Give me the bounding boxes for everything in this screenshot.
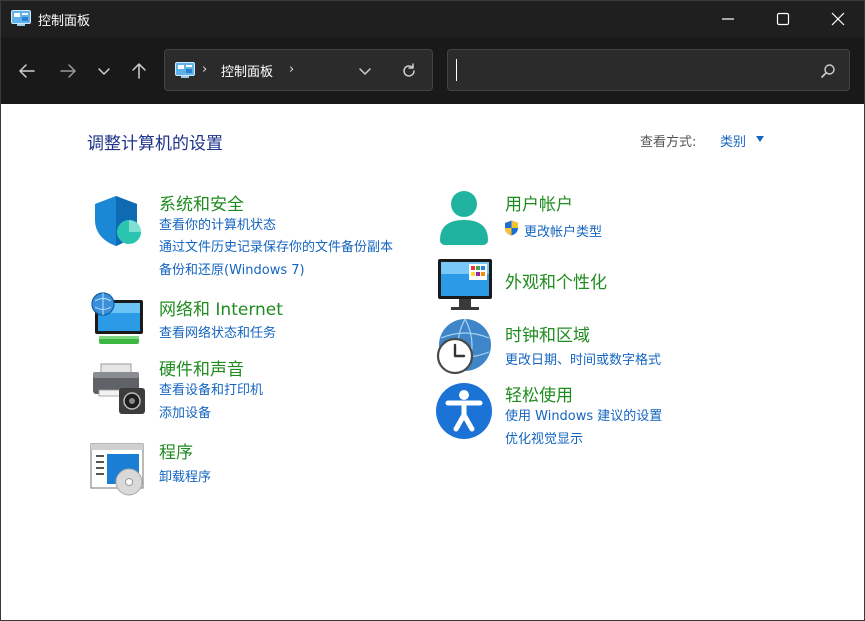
category-ease-of-access[interactable]: 轻松使用 [505,381,573,406]
search-icon[interactable] [819,62,837,80]
link-add-device[interactable]: 添加设备 [159,402,211,421]
maximize-button[interactable] [756,1,810,37]
globe-network-icon[interactable] [89,292,147,350]
chevron-down-icon[interactable] [355,61,375,81]
link-backup-restore[interactable]: 备份和还原(Windows 7) [159,259,305,278]
content-area: 调整计算机的设置 查看方式: 类别 系统和安全 查看你的计算机状态 通过文件历史… [1,104,864,620]
breadcrumb-item[interactable]: 控制面板 [221,61,273,80]
search-input[interactable] [456,59,796,81]
minimize-icon [722,18,734,20]
link-devices-printers[interactable]: 查看设备和打印机 [159,379,263,398]
arrow-right-icon [60,64,76,78]
address-bar[interactable]: › 控制面板 › [164,49,433,91]
recent-locations-button[interactable] [90,57,118,85]
navigation-bar: › 控制面板 › [1,37,864,104]
category-clock-region[interactable]: 时钟和区域 [505,321,590,346]
uac-shield-icon [505,220,518,236]
appearance-icon[interactable] [435,256,493,314]
arrow-up-icon [132,63,146,79]
back-button[interactable] [13,57,41,85]
window-title: 控制面板 [38,14,91,29]
close-button[interactable] [811,1,864,37]
accessibility-icon[interactable] [435,382,493,440]
forward-button[interactable] [54,57,82,85]
link-network-status[interactable]: 查看网络状态和任务 [159,322,276,341]
search-box[interactable] [447,49,850,91]
link-change-date-time-format[interactable]: 更改日期、时间或数字格式 [505,349,661,368]
chevron-down-icon [98,68,110,75]
category-network-internet[interactable]: 网络和 Internet [159,295,283,320]
link-optimize-visual-display[interactable]: 优化视觉显示 [505,428,583,447]
link-windows-recommended-settings[interactable]: 使用 Windows 建议的设置 [505,405,662,424]
category-system-security[interactable]: 系统和安全 [159,190,244,215]
clock-globe-icon[interactable] [435,318,493,376]
category-programs[interactable]: 程序 [159,438,193,463]
link-file-history-backup[interactable]: 通过文件历史记录保存你的文件备份副本 [159,236,393,255]
close-icon [831,12,845,26]
caret-down-icon[interactable] [755,135,765,143]
shield-icon[interactable] [89,192,147,250]
control-panel-icon [175,62,195,78]
page-title: 调整计算机的设置 [87,134,223,154]
arrow-left-icon [19,64,35,78]
minimize-button[interactable] [701,1,755,37]
breadcrumb-separator-icon[interactable]: › [202,62,207,77]
category-user-accounts[interactable]: 用户帐户 [505,190,573,215]
view-by-dropdown[interactable]: 类别 [720,131,746,150]
maximize-icon [776,12,790,26]
title-bar: 控制面板 [1,1,864,37]
view-by-label: 查看方式: [640,135,697,150]
link-change-account-type[interactable]: 更改帐户类型 [524,221,602,240]
control-panel-icon [11,10,31,26]
printer-icon[interactable] [89,360,147,418]
link-view-computer-status[interactable]: 查看你的计算机状态 [159,214,276,233]
category-appearance[interactable]: 外观和个性化 [505,268,607,293]
up-button[interactable] [125,57,153,85]
breadcrumb-separator-icon[interactable]: › [289,62,294,77]
user-accounts-icon[interactable] [435,188,493,246]
control-panel-window: 控制面板 › 控制面板 › 调整计算机的设置 查看方式: 类别 系统和安全 查看… [0,0,865,621]
programs-icon[interactable] [89,440,147,498]
link-uninstall-program[interactable]: 卸载程序 [159,466,211,485]
refresh-icon[interactable] [399,61,419,81]
category-hardware-sound[interactable]: 硬件和声音 [159,355,244,380]
